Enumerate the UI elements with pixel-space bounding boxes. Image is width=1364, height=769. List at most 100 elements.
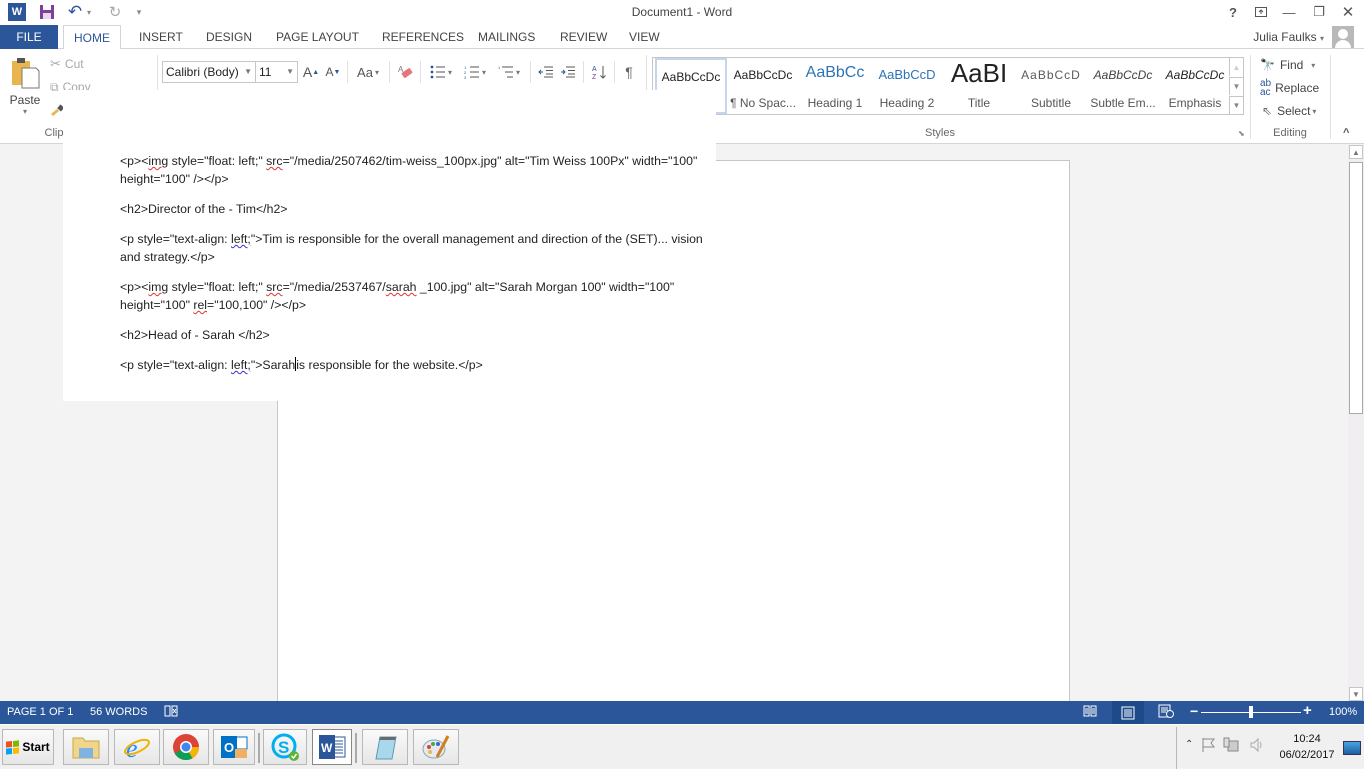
numbering-button[interactable]: 1 2 3 ▾ [460, 62, 490, 82]
tab-file[interactable]: FILE [0, 25, 58, 49]
style-subtitle[interactable]: AaBbCcD Subtitle [1015, 58, 1087, 114]
zoom-slider-thumb[interactable] [1249, 706, 1253, 718]
vertical-scrollbar[interactable]: ▲ ▼ [1348, 145, 1364, 701]
tab-references[interactable]: REFERENCES [372, 25, 474, 49]
sort-button[interactable]: AZ [589, 62, 609, 82]
zoom-level[interactable]: 100% [1329, 706, 1357, 718]
read-mode-icon[interactable] [1083, 704, 1097, 721]
document-paragraph[interactable]: <p><img style="float: left;" src="/media… [120, 278, 710, 314]
copy-icon: ⧉ [50, 79, 59, 94]
web-layout-icon[interactable] [1158, 704, 1174, 721]
taskbar: Start e O S W ⌃ 10:24 06/02/2017 [0, 724, 1364, 769]
clock-time[interactable]: 10:24 [1277, 733, 1337, 745]
proofing-icon[interactable] [164, 704, 178, 721]
taskbar-skype[interactable]: S [263, 729, 307, 765]
taskbar-paint[interactable] [413, 729, 459, 765]
avatar[interactable] [1332, 26, 1354, 48]
word-count[interactable]: 56 WORDS [90, 706, 147, 718]
taskbar-notepad[interactable] [362, 729, 408, 765]
tab-page-layout[interactable]: PAGE LAYOUT [266, 25, 369, 49]
chevron-down-icon: ▼ [286, 67, 294, 76]
multilevel-list-icon: 1 [498, 65, 513, 78]
minimize-button[interactable]: — [1278, 3, 1300, 21]
close-button[interactable]: ✕ [1337, 3, 1359, 21]
font-family-select[interactable]: Calibri (Body) ▼ [162, 61, 256, 83]
find-button[interactable]: 🔭 Find ▾ [1260, 56, 1315, 74]
tab-insert[interactable]: INSERT [129, 25, 193, 49]
taskbar-internet-explorer[interactable]: e [114, 729, 160, 765]
user-account-name[interactable]: Julia Faulks ▾ [1253, 30, 1324, 44]
scroll-thumb[interactable] [1349, 162, 1363, 414]
taskbar-file-explorer[interactable] [63, 729, 109, 765]
clear-formatting-button[interactable]: A [395, 62, 415, 82]
document-text[interactable]: <p><img style="float: left;" src="/media… [120, 152, 710, 386]
zoom-out-button[interactable]: − [1190, 703, 1198, 719]
change-case-icon: Aa [357, 64, 373, 80]
print-layout-icon[interactable] [1112, 701, 1144, 724]
tab-mailings[interactable]: MAILINGS [468, 25, 545, 49]
separator [420, 61, 421, 83]
style-name: Title [967, 96, 991, 110]
tab-design[interactable]: DESIGN [196, 25, 262, 49]
shrink-font-button[interactable]: A ▼ [324, 62, 342, 82]
user-dropdown-icon: ▾ [1319, 34, 1324, 43]
show-desktop-button[interactable] [1343, 741, 1361, 755]
separator [614, 61, 615, 83]
style-subtle-emphasis[interactable]: AaBbCcDc Subtle Em... [1087, 58, 1159, 114]
style-title[interactable]: AaBI Title [943, 58, 1015, 114]
start-button[interactable]: Start [2, 729, 54, 765]
style-heading-2[interactable]: AaBbCcD Heading 2 [871, 58, 943, 114]
show-hidden-icons-button[interactable]: ⌃ [1185, 739, 1193, 750]
styles-dialog-launcher-icon[interactable]: ⬊ [1238, 129, 1245, 138]
format-painter-button[interactable] [50, 101, 64, 119]
decrease-indent-button[interactable] [536, 62, 556, 82]
text-overlay-window[interactable]: <p><img style="float: left;" src="/media… [63, 90, 716, 401]
ribbon-display-options-icon[interactable] [1250, 3, 1272, 21]
volume-icon[interactable] [1249, 737, 1265, 756]
show-hide-marks-button[interactable]: ¶ [620, 62, 638, 82]
restore-button[interactable]: ❐ [1308, 3, 1330, 21]
document-paragraph[interactable]: <p><img style="float: left;" src="/media… [120, 152, 710, 188]
change-case-button[interactable]: Aa ▾ [353, 62, 383, 82]
document-paragraph[interactable]: <h2>Director of the - Tim</h2> [120, 200, 710, 218]
cut-button[interactable]: ✂ Cut [50, 55, 84, 73]
increase-indent-button[interactable] [558, 62, 578, 82]
tab-review[interactable]: REVIEW [550, 25, 617, 49]
clock-date[interactable]: 06/02/2017 [1277, 749, 1337, 761]
style-no-spacing[interactable]: AaBbCcDc ¶ No Spac... [727, 58, 799, 114]
document-paragraph[interactable]: <h2>Head of - Sarah </h2> [120, 326, 710, 344]
style-heading-1[interactable]: AaBbCc Heading 1 [799, 58, 871, 114]
gallery-scroll-down-button[interactable]: ▼ [1229, 77, 1243, 95]
collapse-ribbon-icon[interactable]: ^ [1343, 127, 1349, 139]
scroll-down-button[interactable]: ▼ [1349, 687, 1363, 701]
network-icon[interactable] [1223, 737, 1239, 756]
taskbar-word[interactable]: W [312, 729, 352, 765]
help-icon[interactable]: ? [1222, 3, 1244, 21]
taskbar-outlook[interactable]: O [213, 729, 255, 765]
document-paragraph[interactable]: <p style="text-align: left;">Sarahis res… [120, 356, 710, 374]
tab-home[interactable]: HOME [63, 25, 121, 50]
grow-font-button[interactable]: A ▲ [302, 62, 320, 82]
font-size-select[interactable]: 11 ▼ [255, 61, 298, 83]
ribbon-separator [1330, 55, 1331, 139]
eraser-icon: A [398, 65, 413, 78]
replace-button[interactable]: ab ac Replace [1260, 79, 1319, 98]
select-button[interactable]: ⇖ Select ▾ [1262, 102, 1316, 120]
document-paragraph[interactable]: <p style="text-align: left;">Tim is resp… [120, 230, 710, 266]
editing-group-label: Editing [1273, 127, 1307, 139]
scroll-up-button[interactable]: ▲ [1349, 145, 1363, 159]
gallery-scroll-up-button[interactable]: ▲ [1229, 58, 1243, 76]
page-count[interactable]: PAGE 1 OF 1 [7, 706, 73, 718]
paste-button[interactable]: Paste ▾ [8, 55, 42, 117]
tab-view[interactable]: VIEW [619, 25, 670, 49]
multilevel-list-button[interactable]: 1 ▾ [494, 62, 524, 82]
bullets-button[interactable]: ▾ [426, 62, 456, 82]
word-icon: W [319, 735, 346, 759]
text-run: <p>< [120, 280, 149, 294]
zoom-in-button[interactable]: + [1303, 702, 1312, 719]
action-center-flag-icon[interactable] [1201, 737, 1217, 756]
gallery-more-button[interactable]: ▼ [1229, 96, 1243, 114]
style-emphasis[interactable]: AaBbCcDc Emphasis [1159, 58, 1231, 114]
taskbar-separator [258, 733, 260, 763]
taskbar-chrome[interactable] [163, 729, 209, 765]
